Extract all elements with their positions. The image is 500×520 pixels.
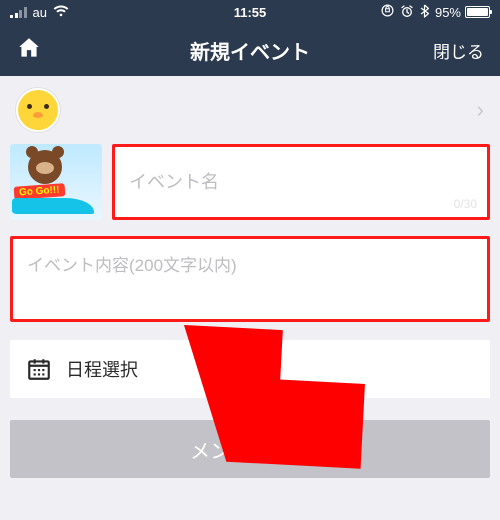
close-button[interactable]: 閉じる [433, 38, 484, 63]
bluetooth-icon [420, 4, 429, 21]
calendar-icon [26, 356, 52, 382]
date-select-label: 日程選択 [66, 356, 138, 382]
signal-icon [10, 7, 27, 18]
alarm-icon [400, 4, 414, 21]
event-desc-field-wrapper [10, 236, 490, 322]
invite-members-button[interactable]: メンバー招待 [10, 420, 490, 478]
chevron-right-icon: › [477, 97, 484, 123]
avatar [16, 88, 60, 132]
event-desc-input[interactable] [27, 251, 473, 307]
nav-bar: 新規イベント 閉じる [0, 24, 500, 76]
status-bar: au 11:55 95% [0, 0, 500, 24]
profile-row[interactable]: › [0, 76, 500, 144]
event-name-input[interactable] [129, 172, 473, 193]
event-name-field-wrapper: 0/30 [112, 144, 490, 220]
wifi-icon [53, 5, 69, 20]
clock: 11:55 [234, 5, 267, 20]
battery-pct: 95% [435, 5, 461, 20]
invite-label: メンバー招待 [190, 435, 310, 464]
page-title: 新規イベント [190, 36, 310, 65]
carrier-label: au [33, 5, 47, 20]
home-icon [16, 35, 42, 61]
home-button[interactable] [16, 35, 42, 66]
date-select-row[interactable]: 日程選択 [10, 340, 490, 398]
event-name-counter: 0/30 [454, 197, 477, 211]
event-image-picker[interactable]: Go Go!!! [10, 144, 102, 220]
battery-indicator: 95% [435, 5, 490, 20]
orientation-lock-icon [381, 4, 394, 20]
